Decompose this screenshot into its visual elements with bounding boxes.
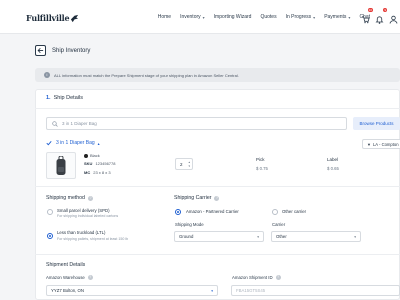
nav-quotes[interactable]: Quotes [260,14,276,20]
radio-other-carrier[interactable] [272,209,278,215]
spd-label: Small parcel delivery (SPD) [57,208,110,213]
backpack-icon [56,155,66,175]
search-value: 3 in 1 Diaper Bag [62,121,97,126]
nav-in-progress[interactable]: In Progress ▾ [286,14,316,20]
spd-description: For shipping individual labeled cartons [57,214,119,218]
user-icon [389,15,398,24]
product-image [46,152,76,179]
ship-details-heading: 1. Ship Details [46,95,83,101]
section-divider [35,108,400,109]
info-banner: i ALL information must match the Prepare… [35,68,400,82]
product-search-input[interactable]: 3 in 1 Diaper Bag [46,117,347,130]
shipping-mode-select[interactable]: Ground ▾ [174,231,264,242]
help-icon[interactable]: ? [87,275,93,281]
logo-text: Fulfillville [26,13,70,23]
carrier-select[interactable]: Other ▾ [271,231,361,242]
ltl-description: For shipping pallets, shipment at least … [57,237,129,241]
warehouse-label: Amazon Warehouse? [46,275,93,281]
chevron-down-icon: ▾ [202,14,205,20]
pin-icon: ▼ [367,141,371,147]
arrow-left-icon [37,48,44,53]
radio-spd[interactable] [47,209,53,215]
chevron-up-icon: ▴ [97,140,100,146]
back-button[interactable] [35,45,46,56]
radio-ltl[interactable] [47,233,53,239]
brand-logo[interactable]: Fulfillville [26,12,79,24]
shipping-mode-label: Shipping Mode [175,222,204,227]
browse-products-button[interactable]: Browse Products [353,117,400,130]
location-select[interactable]: ▼ LA - Compton [362,139,400,149]
product-mc: MC 23 x 8 x 3 [84,170,111,175]
nav-home[interactable]: Home [158,14,171,20]
quantity-value: 2 [180,161,183,167]
carrier-value: Other [276,234,287,239]
chevron-down-icon: ▾ [354,235,356,239]
profile-button[interactable] [389,11,398,24]
stepper-arrows-icon[interactable]: ▴ ▾ [188,160,190,168]
page-title: Ship Inventory [52,48,91,54]
notification-badge: 9 [383,8,387,12]
help-icon[interactable]: ? [214,195,220,201]
product-sku: SKU 123456778 [84,161,116,166]
shipping-method-heading: Shipping method? [46,195,93,201]
page-header: Ship Inventory [0,36,400,64]
carrier-label: Carrier [272,222,286,227]
help-icon[interactable]: ? [275,275,281,281]
section-divider [35,186,400,187]
check-icon [46,141,52,146]
nav-inventory[interactable]: Inventory ▾ [180,14,205,20]
cart-button[interactable]: 10 [361,8,373,24]
shipment-id-label: Amazon Shipment ID? [232,275,281,281]
shipment-id-placeholder: FBA15GT5S45 [236,288,266,293]
warehouse-select[interactable]: YYZ7 Bolton, ON ▾ [46,285,218,296]
label-fee-value: $ 0.65 [327,166,339,171]
pick-value: $ 0.75 [256,166,268,171]
cart-icon [361,16,370,24]
ltl-label: Less than truckload (LTL) [57,230,106,235]
location-label: LA - Compton [372,141,399,147]
chevron-down-icon: ▾ [211,289,213,293]
label-fee-label: Label [327,157,339,162]
top-navbar: Fulfillville Home Inventory ▾ Importing W… [0,0,400,34]
shipment-id-input[interactable]: FBA15GT5S45 [231,285,400,296]
product-color: Black [84,153,100,158]
chevron-down-icon: ▾ [313,14,316,20]
nav-menu: Home Inventory ▾ Importing Wizard Quotes … [149,12,370,22]
nav-importing-wizard[interactable]: Importing Wizard [214,14,252,20]
info-text: ALL information must match the Prepare S… [54,72,239,78]
section-divider [35,254,400,255]
product-name: 3 in 1 Diaper Bag [56,140,95,146]
product-header[interactable]: 3 in 1 Diaper Bag ▴ [46,140,100,146]
color-swatch [84,153,88,158]
chevron-down-icon: ▾ [257,235,259,239]
shipping-carrier-heading: Shipping Carrier? [174,195,220,201]
bird-icon [71,14,79,22]
shipment-details-heading: Shipment Details [46,262,86,268]
search-icon [52,120,58,127]
pick-label: Pick [256,157,265,162]
shipping-mode-value: Ground [179,234,194,239]
other-carrier-label: Other carrier [282,209,307,214]
info-icon: i [44,72,50,78]
warehouse-value: YYZ7 Bolton, ON [51,288,84,293]
bell-icon [375,16,384,24]
quantity-stepper[interactable]: 2 ▴ ▾ [175,158,193,170]
chevron-down-icon: ▾ [348,14,351,20]
nav-icons: 10 9 [356,8,398,24]
radio-amazon-partnered[interactable] [175,209,181,215]
nav-payments[interactable]: Payments ▾ [324,14,350,20]
amazon-partnered-label: Amazon - Partnered Carrier [186,209,239,214]
cart-badge: 10 [367,8,373,12]
help-icon[interactable]: ? [87,195,93,201]
notifications-button[interactable]: 9 [375,8,387,24]
